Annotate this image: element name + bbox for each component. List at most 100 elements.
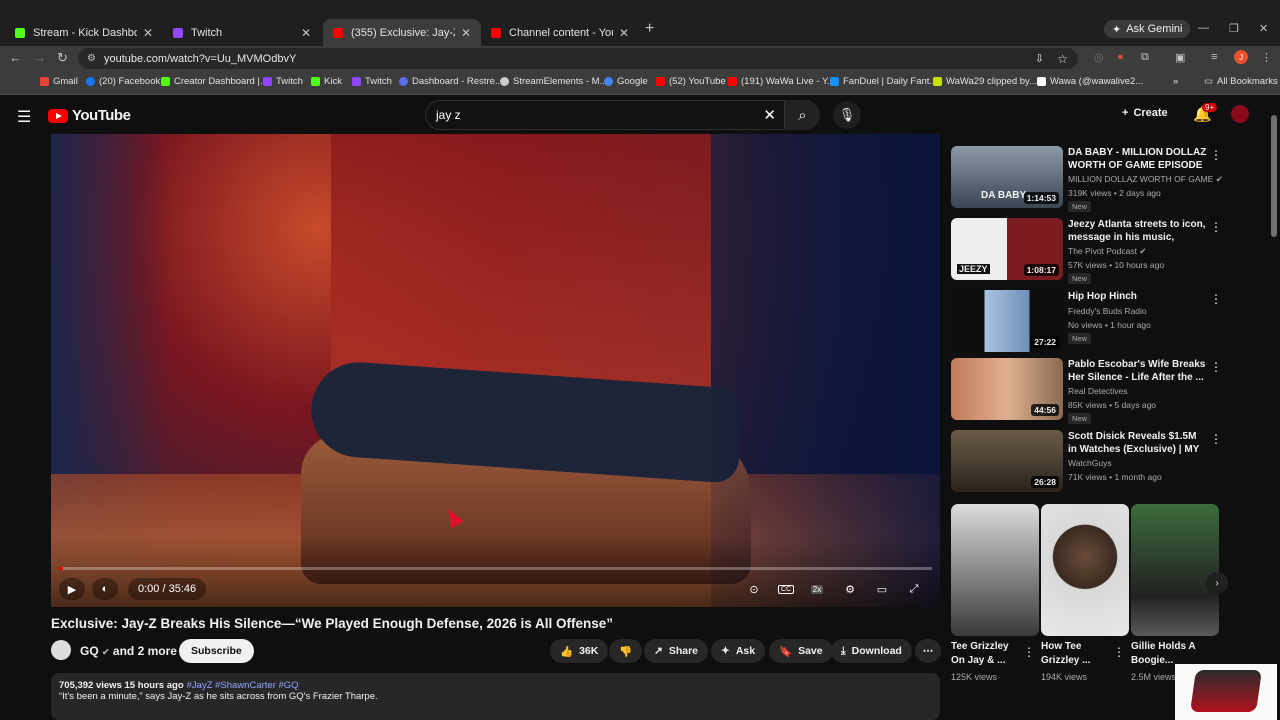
- rec-title[interactable]: Scott Disick Reveals $1.5M in Watches (E…: [1068, 430, 1208, 456]
- theater-mode-button[interactable]: ▭: [872, 578, 892, 600]
- bookmarks-overflow-icon[interactable]: »: [1173, 76, 1178, 87]
- more-vertical-icon[interactable]: ⋮: [1023, 645, 1035, 659]
- bookmark-item[interactable]: Twitch: [352, 76, 392, 87]
- subscribe-button[interactable]: Subscribe: [179, 639, 254, 663]
- forward-icon[interactable]: →: [33, 50, 46, 65]
- maximize-icon[interactable]: ❐: [1229, 22, 1239, 35]
- short-thumbnail[interactable]: [1131, 504, 1219, 636]
- extension-icon[interactable]: ◎: [1094, 51, 1104, 64]
- download-button[interactable]: ⤓ Download: [831, 639, 912, 663]
- video-thumbnail[interactable]: 26:28: [951, 430, 1063, 492]
- dislike-button[interactable]: 👎: [609, 639, 643, 663]
- more-vertical-icon[interactable]: ⋮: [1210, 148, 1222, 162]
- account-avatar[interactable]: [1231, 105, 1249, 123]
- browser-tab[interactable]: Stream - Kick Dashboard ✕: [5, 19, 163, 46]
- collaborators-link[interactable]: and 2 more: [113, 644, 177, 658]
- like-button[interactable]: 👍 36K: [550, 639, 609, 663]
- extensions-puzzle-icon[interactable]: ⧉: [1141, 51, 1149, 64]
- more-vertical-icon[interactable]: ⋮: [1210, 360, 1222, 374]
- close-icon[interactable]: ✕: [143, 26, 153, 40]
- tab-search-icon[interactable]: ▣: [1175, 51, 1185, 64]
- bookmark-item[interactable]: (20) Facebook: [86, 76, 160, 87]
- search-button[interactable]: ⌕: [785, 100, 820, 130]
- short-title[interactable]: How Tee Grizzley ...: [1041, 640, 1113, 668]
- browser-tab[interactable]: Twitch ✕: [163, 19, 321, 46]
- media-controls-icon[interactable]: ≡: [1211, 51, 1217, 63]
- description-box[interactable]: 705,392 views 15 hours ago #JayZ #ShawnCa…: [51, 673, 940, 720]
- new-tab-button[interactable]: +: [645, 20, 654, 38]
- bookmark-item[interactable]: Google: [604, 76, 648, 87]
- more-vertical-icon[interactable]: ⋮: [1210, 432, 1222, 446]
- voice-search-button[interactable]: 🎙: [833, 101, 861, 129]
- hashtags[interactable]: #JayZ #ShawnCarter #GQ: [187, 680, 299, 691]
- rec-channel[interactable]: WatchGuys: [1068, 458, 1112, 468]
- bookmark-item[interactable]: Creator Dashboard |...: [161, 76, 268, 87]
- install-app-icon[interactable]: ⇩: [1035, 52, 1044, 65]
- autoplay-toggle[interactable]: ⊙: [742, 578, 766, 600]
- rec-title[interactable]: Jeezy Atlanta streets to icon, message i…: [1068, 218, 1208, 244]
- bookmark-item[interactable]: Twitch: [263, 76, 303, 87]
- bookmark-item[interactable]: (191) WaWa Live - Y...: [728, 76, 835, 87]
- close-icon[interactable]: ✕: [301, 26, 311, 40]
- back-icon[interactable]: ←: [9, 50, 22, 65]
- recommendation-item[interactable]: 26:28 Scott Disick Reveals $1.5M in Watc…: [951, 430, 1222, 492]
- ask-button[interactable]: ✦ Ask: [711, 639, 766, 663]
- recommendation-item[interactable]: 44:56 Pablo Escobar's Wife Breaks Her Si…: [951, 358, 1222, 424]
- profile-avatar[interactable]: J: [1234, 50, 1248, 64]
- reload-icon[interactable]: ↻: [57, 50, 68, 66]
- share-button[interactable]: ↗ Share: [644, 639, 708, 663]
- fullscreen-button[interactable]: ⤢: [904, 578, 924, 600]
- minimize-icon[interactable]: —: [1198, 22, 1209, 34]
- browser-tab[interactable]: Channel content - YouTube Stu ✕: [481, 19, 639, 46]
- video-thumbnail[interactable]: JEEZY 1:08:17: [951, 218, 1063, 280]
- channel-name[interactable]: GQ: [80, 644, 99, 658]
- bookmark-item[interactable]: Dashboard - Restre...: [399, 76, 503, 87]
- recommendation-item[interactable]: DA BABY 1:14:53 DA BABY - MILLION DOLLAZ…: [951, 146, 1223, 212]
- bookmark-item[interactable]: StreamElements - M...: [500, 76, 608, 87]
- bookmark-item[interactable]: FanDuel | Daily Fant...: [830, 76, 937, 87]
- ask-gemini-button[interactable]: ✦ Ask Gemini: [1104, 20, 1191, 38]
- video-thumbnail[interactable]: 27:22: [951, 290, 1063, 352]
- more-actions-button[interactable]: ⋯: [915, 639, 941, 663]
- video-thumbnail[interactable]: DA BABY 1:14:53: [951, 146, 1063, 208]
- play-button[interactable]: ▶: [59, 578, 85, 600]
- site-info-icon[interactable]: ⚙: [87, 53, 96, 64]
- chrome-menu-icon[interactable]: ⋮: [1261, 51, 1272, 64]
- playback-speed-button[interactable]: 2x: [806, 578, 828, 600]
- bookmark-item[interactable]: Gmail: [40, 76, 78, 87]
- short-title[interactable]: Tee Grizzley On Jay & ...: [951, 640, 1023, 668]
- mute-button[interactable]: ◐: [92, 578, 118, 600]
- youtube-logo[interactable]: YouTube: [48, 107, 131, 124]
- address-bar[interactable]: ⚙ youtube.com/watch?v=Uu_MVMOdbvY ⇩ ☆: [78, 48, 1078, 69]
- channel-avatar[interactable]: [51, 640, 71, 660]
- rec-channel[interactable]: Real Detectives: [1068, 386, 1128, 396]
- player-progress-bar[interactable]: [59, 567, 932, 570]
- all-bookmarks-button[interactable]: ▭ All Bookmarks: [1204, 76, 1278, 87]
- rec-channel[interactable]: Freddy's Buds Radio: [1068, 306, 1147, 316]
- save-button[interactable]: 🔖 Save: [769, 639, 833, 663]
- clear-search-icon[interactable]: ✕: [763, 106, 776, 124]
- rec-channel[interactable]: The Pivot Podcast ✔: [1068, 246, 1146, 257]
- video-thumbnail[interactable]: 44:56: [951, 358, 1063, 420]
- short-thumbnail[interactable]: [951, 504, 1039, 636]
- bookmark-star-icon[interactable]: ☆: [1057, 52, 1068, 66]
- rec-title[interactable]: Hip Hop Hinch: [1068, 290, 1208, 303]
- more-vertical-icon[interactable]: ⋮: [1113, 645, 1125, 659]
- recommendation-item[interactable]: 27:22 Hip Hop Hinch Freddy's Buds Radio …: [951, 290, 1222, 352]
- search-input[interactable]: jay z ✕: [425, 100, 785, 130]
- bookmark-item[interactable]: Wawa (@wawalive2...: [1037, 76, 1143, 87]
- shorts-next-button[interactable]: ›: [1206, 572, 1228, 594]
- captions-button[interactable]: CC: [776, 578, 796, 600]
- video-player[interactable]: [51, 134, 940, 607]
- recommendation-item[interactable]: JEEZY 1:08:17 Jeezy Atlanta streets to i…: [951, 218, 1222, 284]
- close-icon[interactable]: ✕: [619, 26, 629, 40]
- rec-title[interactable]: DA BABY - MILLION DOLLAZ WORTH OF GAME E…: [1068, 146, 1208, 172]
- rec-channel[interactable]: MILLION DOLLAZ WORTH OF GAME ✔: [1068, 174, 1223, 185]
- settings-button[interactable]: ⚙: [840, 578, 860, 600]
- hamburger-menu-icon[interactable]: ☰: [17, 107, 31, 127]
- bookmark-item[interactable]: Kick: [311, 76, 342, 87]
- extension-icon[interactable]: ●: [1117, 51, 1124, 63]
- create-button[interactable]: + Create: [1122, 107, 1168, 119]
- bookmark-item[interactable]: (52) YouTube: [656, 76, 726, 87]
- window-close-icon[interactable]: ✕: [1259, 22, 1268, 35]
